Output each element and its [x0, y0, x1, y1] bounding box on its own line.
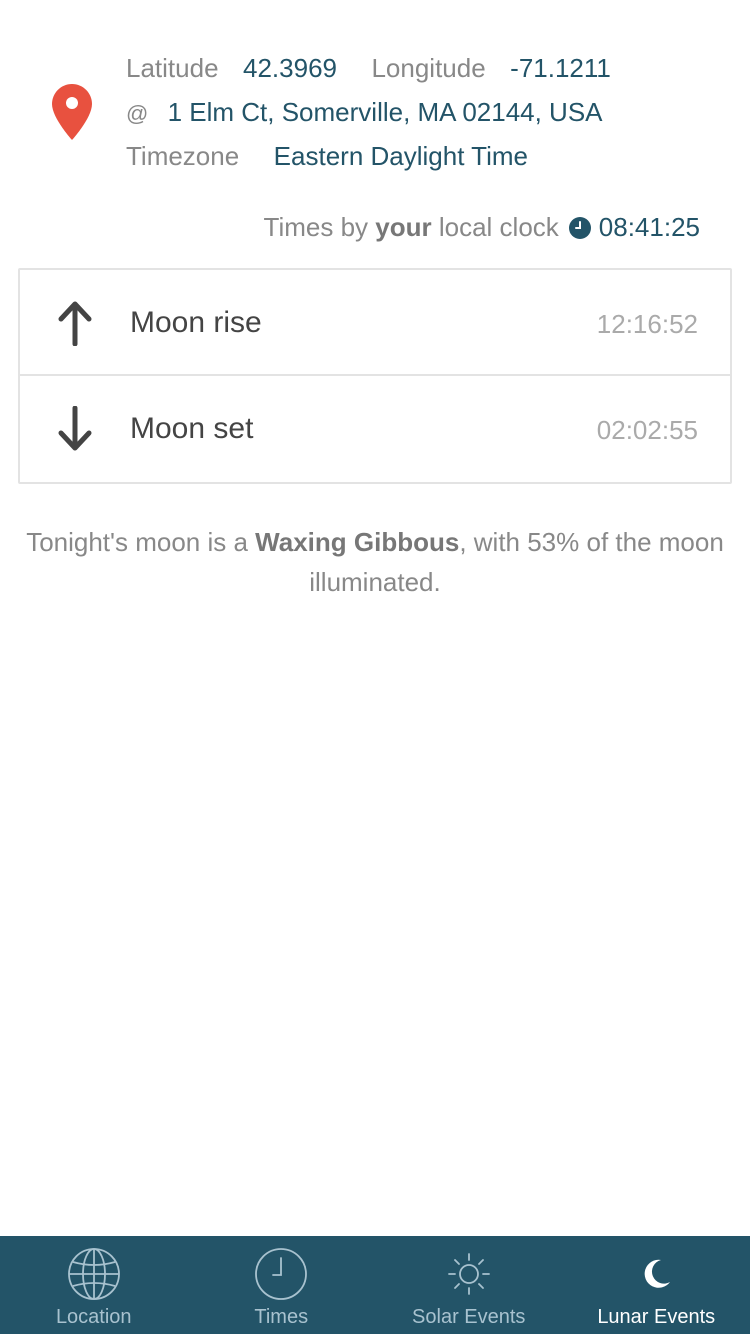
latitude-value: 42.3969 [243, 53, 337, 83]
clock-time: 08:41:25 [598, 212, 700, 242]
tab-label: Location [55, 1306, 132, 1328]
clock-prefix: Times by [263, 212, 369, 242]
location-info: Latitude 42.3969 Longitude -71.1211 @ 1 … [0, 0, 750, 200]
arrow-up-icon [58, 301, 92, 346]
lunar-events-list: Moon rise 12:16:52 Moon set 02:02:55 [18, 268, 732, 484]
tab-times[interactable]: Times [188, 1236, 376, 1334]
event-row-moon-rise[interactable]: Moon rise 12:16:52 [20, 270, 730, 376]
tab-solar-events[interactable]: Solar Events [375, 1236, 563, 1334]
longitude-value: -71.1211 [510, 53, 611, 83]
tab-lunar-events[interactable]: Lunar Events [563, 1236, 750, 1334]
address-value: 1 Elm Ct, Somerville, MA 02144, USA [167, 97, 603, 127]
moon-text-before: Tonight's moon is a [26, 527, 248, 557]
clock-bold: your [375, 212, 432, 242]
tab-label: Times [254, 1306, 309, 1328]
arrow-down-icon [58, 406, 92, 451]
event-row-moon-set[interactable]: Moon set 02:02:55 [20, 376, 730, 482]
clock-suffix: local clock [438, 212, 559, 242]
longitude-label: Longitude [371, 53, 486, 83]
timezone-label: Timezone [126, 141, 240, 171]
at-symbol: @ [126, 101, 149, 126]
address-line: @ 1 Elm Ct, Somerville, MA 02144, USA [126, 97, 603, 128]
tab-location[interactable]: Location [0, 1236, 188, 1334]
event-label: Moon rise [130, 306, 262, 339]
coordinates-line: Latitude 42.3969 Longitude -71.1211 [126, 53, 611, 84]
tab-label: Solar Events [412, 1306, 526, 1328]
clock-icon [568, 216, 591, 239]
sun-icon [447, 1253, 490, 1295]
map-pin-icon [52, 84, 92, 140]
event-time: 12:16:52 [596, 309, 698, 339]
tab-label: Lunar Events [597, 1306, 716, 1328]
timezone-line: Timezone Eastern Daylight Time [126, 141, 528, 172]
moon-phase-name: Waxing Gibbous [255, 527, 460, 557]
latitude-label: Latitude [126, 53, 219, 83]
clock-icon [255, 1248, 308, 1300]
tab-bar: Location Times Solar Events Lunar Events [0, 1236, 750, 1334]
globe-icon [67, 1248, 120, 1300]
timezone-value: Eastern Daylight Time [273, 141, 528, 171]
moon-icon [644, 1259, 671, 1288]
event-time: 02:02:55 [596, 415, 698, 445]
local-clock-line: Times by your local clock 08:41:25 [264, 212, 700, 243]
moon-phase-description: Tonight's moon is a Waxing Gibbous, with… [20, 522, 730, 602]
event-label: Moon set [130, 412, 254, 445]
